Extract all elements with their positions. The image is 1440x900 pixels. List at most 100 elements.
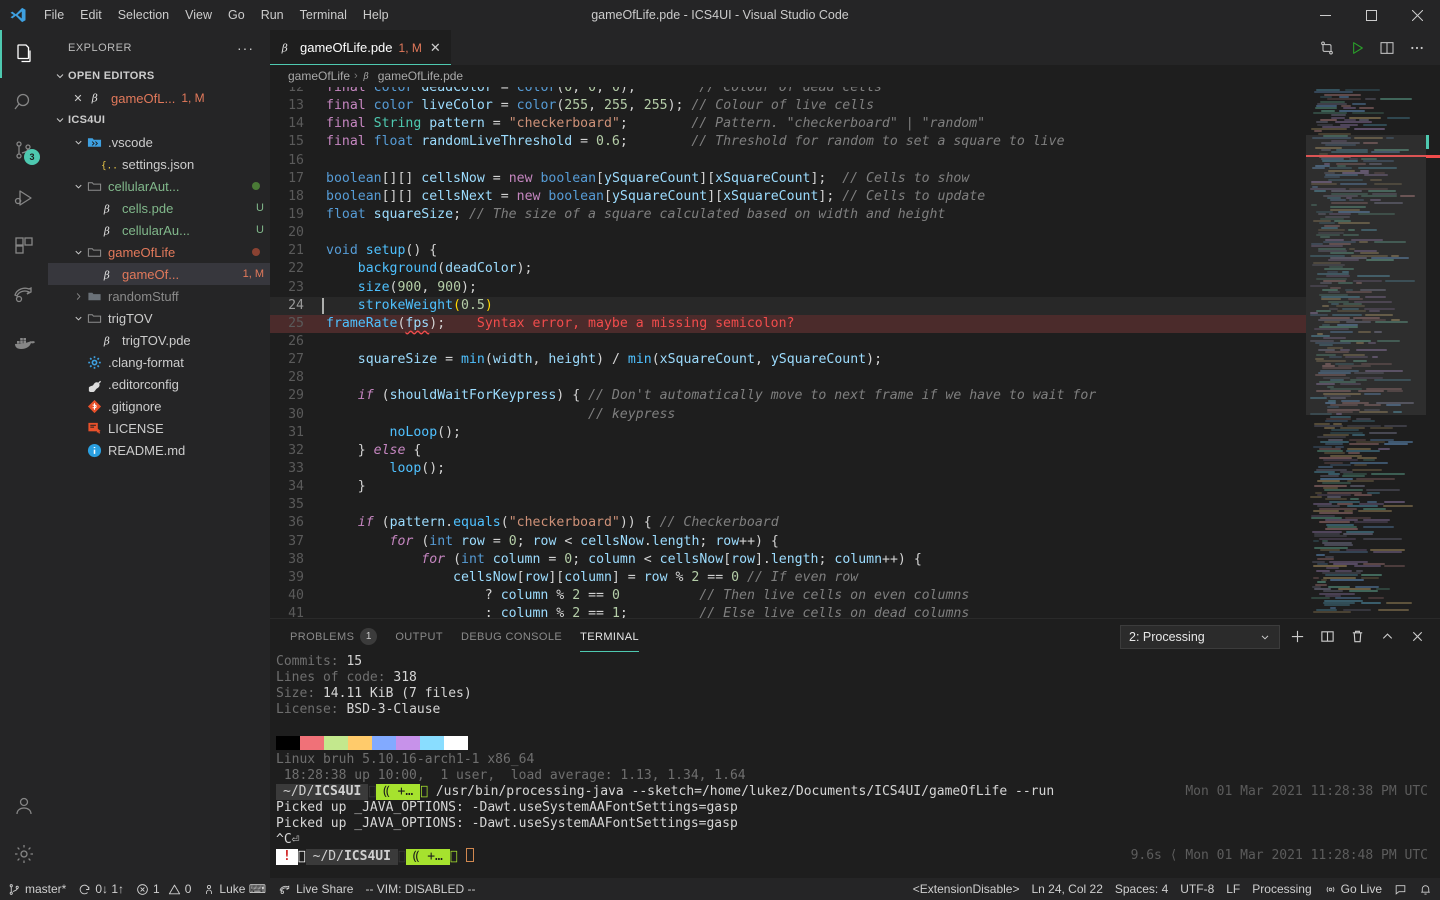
tree-item-trigtov-pde[interactable]: β trigTOV.pde — [48, 329, 270, 351]
more-actions-icon[interactable] — [1402, 30, 1432, 65]
tab-problems[interactable]: PROBLEMS 1 — [290, 619, 378, 654]
source-code[interactable]: 12 final color deadColor = color(0, 0, 0)… — [270, 87, 1306, 618]
code-editor[interactable]: 12 final color deadColor = color(0, 0, 0)… — [270, 87, 1440, 618]
status-problems[interactable]: 1 0 — [130, 878, 197, 900]
code-line[interactable]: 41 : column % 2 == 1; // Else live cells… — [270, 605, 1306, 618]
split-source-control-icon[interactable] — [1312, 30, 1342, 65]
breadcrumb-folder[interactable]: gameOfLife — [288, 69, 350, 83]
code-scroll[interactable]: 12 final color deadColor = color(0, 0, 0)… — [270, 87, 1306, 618]
code-line[interactable]: 36 if (pattern.equals("checkerboard")) {… — [270, 514, 1306, 532]
open-editor-item[interactable]: ✕ β gameOfL... 1, M — [48, 87, 270, 109]
code-line[interactable]: 14 final String pattern = "checkerboard";… — [270, 115, 1306, 133]
minimap-slider[interactable] — [1306, 135, 1426, 415]
breadcrumb-file[interactable]: gameOfLife.pde — [378, 69, 463, 83]
code-line[interactable]: 17 boolean[][] cellsNow = new boolean[ySq… — [270, 170, 1306, 188]
close-panel-icon[interactable] — [1404, 624, 1430, 650]
code-line[interactable]: 40 ? column % 2 == 0 // Then live cells … — [270, 587, 1306, 605]
tab-close-icon[interactable]: ✕ — [430, 40, 441, 56]
status-branch[interactable]: master* — [2, 878, 72, 900]
split-terminal-icon[interactable] — [1314, 624, 1340, 650]
kill-terminal-icon[interactable] — [1344, 624, 1370, 650]
code-line[interactable]: 37 for (int row = 0; row < cellsNow.leng… — [270, 533, 1306, 551]
activity-live-share[interactable] — [0, 270, 48, 318]
terminal-select[interactable]: 2: Processing — [1120, 624, 1280, 649]
code-line[interactable]: 15 final float randomLiveThreshold = 0.6;… — [270, 133, 1306, 151]
tree-item-cellularau[interactable]: β cellularAu... U — [48, 219, 270, 241]
status-live-share[interactable]: Live Share — [272, 878, 359, 900]
code-line[interactable]: 33 loop(); — [270, 460, 1306, 478]
tab-gameoflife-pde[interactable]: β gameOfLife.pde 1, M ✕ — [270, 30, 452, 65]
tab-debug-console[interactable]: DEBUG CONSOLE — [461, 619, 562, 654]
status-encoding[interactable]: UTF-8 — [1174, 878, 1220, 900]
terminal-output[interactable]: Commits: 15 Lines of code: 318 Size: 14.11… — [270, 654, 1440, 878]
close-button[interactable] — [1394, 0, 1440, 30]
code-line[interactable]: 23 size(900, 900); — [270, 279, 1306, 297]
activity-settings[interactable] — [0, 830, 48, 878]
tree-item-editorconfig[interactable]: .editorconfig — [48, 373, 270, 395]
maximize-button[interactable] — [1348, 0, 1394, 30]
status-eol[interactable]: LF — [1220, 878, 1246, 900]
activity-explorer[interactable] — [0, 30, 48, 78]
status-sync[interactable]: 0↓ 1↑ — [72, 878, 130, 900]
activity-search[interactable] — [0, 78, 48, 126]
activity-docker[interactable] — [0, 318, 48, 366]
tree-item-settings-json[interactable]: {..} settings.json — [48, 153, 270, 175]
new-terminal-icon[interactable] — [1284, 624, 1310, 650]
minimap[interactable] — [1306, 87, 1426, 618]
code-line[interactable]: 12 final color deadColor = color(0, 0, 0)… — [270, 87, 1306, 97]
code-line[interactable]: 35 — [270, 496, 1306, 514]
status-user[interactable]: Luke ⌨ — [197, 878, 272, 900]
status-go-live[interactable]: Go Live — [1318, 878, 1388, 900]
tab-terminal[interactable]: TERMINAL — [580, 619, 639, 654]
menu-selection[interactable]: Selection — [110, 4, 177, 26]
code-line[interactable]: 29 if (shouldWaitForKeypress) { // Don't… — [270, 387, 1306, 405]
menu-go[interactable]: Go — [220, 4, 253, 26]
minimize-button[interactable] — [1302, 0, 1348, 30]
activity-source-control[interactable]: 3 — [0, 126, 48, 174]
activity-run-debug[interactable] — [0, 174, 48, 222]
code-line[interactable]: 19 float squareSize; // The size of a squ… — [270, 206, 1306, 224]
menu-run[interactable]: Run — [253, 4, 292, 26]
run-play-icon[interactable] — [1342, 30, 1372, 65]
status-feedback[interactable] — [1388, 878, 1413, 900]
code-line[interactable]: 22 background(deadColor); — [270, 260, 1306, 278]
tree-item-gameof[interactable]: β gameOf... 1, M — [48, 263, 270, 285]
code-line[interactable]: 24 strokeWeight(0.5) — [270, 296, 1306, 315]
menu-file[interactable]: File — [36, 4, 72, 26]
code-line[interactable]: 26 — [270, 333, 1306, 351]
status-vim-mode[interactable]: -- VIM: DISABLED -- — [359, 878, 481, 900]
tree-item-clang-format[interactable]: .clang-format — [48, 351, 270, 373]
code-line[interactable]: 32 } else { — [270, 442, 1306, 460]
status-cursor-position[interactable]: Ln 24, Col 22 — [1025, 878, 1108, 900]
code-line[interactable]: 21 void setup() { — [270, 242, 1306, 260]
menu-edit[interactable]: Edit — [72, 4, 110, 26]
status-extension-disable[interactable]: <ExtensionDisable> — [907, 878, 1026, 900]
code-line[interactable]: 18 boolean[][] cellsNext = new boolean[yS… — [270, 188, 1306, 206]
activity-extensions[interactable] — [0, 222, 48, 270]
code-line[interactable]: 16 — [270, 152, 1306, 170]
tree-item-cellularaut[interactable]: cellularAut... — [48, 175, 270, 197]
status-language-mode[interactable]: Processing — [1246, 878, 1317, 900]
tree-item-gameoflife[interactable]: gameOfLife — [48, 241, 270, 263]
status-indentation[interactable]: Spaces: 4 — [1109, 878, 1174, 900]
tab-output[interactable]: OUTPUT — [395, 619, 443, 654]
menu-terminal[interactable]: Terminal — [292, 4, 355, 26]
activity-accounts[interactable] — [0, 782, 48, 830]
code-line[interactable]: 27 squareSize = min(width, height) / min… — [270, 351, 1306, 369]
tree-item-gitignore[interactable]: .gitignore — [48, 395, 270, 417]
section-open-editors[interactable]: OPEN EDITORS — [48, 65, 270, 87]
status-notifications[interactable] — [1413, 878, 1438, 900]
code-line[interactable]: 34 } — [270, 478, 1306, 496]
code-line[interactable]: 31 noLoop(); — [270, 424, 1306, 442]
tree-item-randomstuff[interactable]: randomStuff — [48, 285, 270, 307]
code-line[interactable]: 13 final color liveColor = color(255, 255… — [270, 97, 1306, 115]
menu-view[interactable]: View — [177, 4, 220, 26]
code-line[interactable]: 28 — [270, 369, 1306, 387]
code-line[interactable]: 38 for (int column = 0; column < cellsNo… — [270, 551, 1306, 569]
code-line[interactable]: 25 frameRate(fps); Syntax error, maybe a … — [270, 314, 1306, 333]
code-line[interactable]: 30 // keypress — [270, 406, 1306, 424]
tree-item-vscode[interactable]: .vscode — [48, 131, 270, 153]
tree-item-cells-pde[interactable]: β cells.pde U — [48, 197, 270, 219]
code-line[interactable]: 39 cellsNow[row][column] = row % 2 == 0 … — [270, 569, 1306, 587]
code-line[interactable]: 20 — [270, 224, 1306, 242]
